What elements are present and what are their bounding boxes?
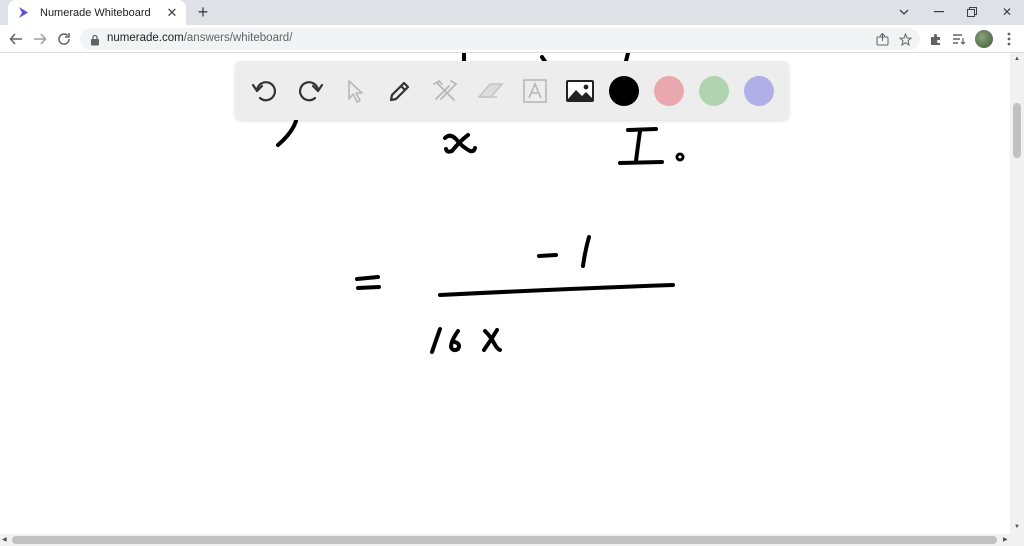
tab-close-icon[interactable]: ✕ <box>164 5 180 21</box>
lock-icon[interactable] <box>90 33 102 46</box>
back-icon[interactable] <box>6 29 26 49</box>
redo-icon[interactable] <box>294 75 326 107</box>
minimize-icon[interactable] <box>929 3 949 21</box>
scroll-left-icon[interactable]: ◀ <box>2 536 7 543</box>
scroll-right-icon[interactable]: ▶ <box>1003 536 1008 543</box>
color-swatch-green[interactable] <box>699 75 729 106</box>
scroll-down-icon[interactable]: ▼ <box>1014 524 1020 530</box>
handwriting-strokes <box>276 53 685 354</box>
extensions-icon[interactable] <box>926 30 944 48</box>
horizontal-scroll-thumb[interactable] <box>12 536 997 544</box>
eraser-icon[interactable] <box>474 75 506 107</box>
forward-icon[interactable] <box>30 29 50 49</box>
address-bar[interactable]: numerade.com/answers/whiteboard/ <box>80 28 920 50</box>
close-window-icon[interactable]: ✕ <box>997 3 1017 21</box>
numerade-favicon-icon <box>16 6 30 20</box>
whiteboard-toolbar <box>235 61 789 120</box>
horizontal-scrollbar[interactable]: ◀ ▶ <box>0 534 1024 546</box>
scroll-up-icon[interactable]: ▲ <box>1014 56 1020 62</box>
color-swatch-black[interactable] <box>609 75 639 106</box>
share-icon[interactable] <box>874 31 890 47</box>
browser-toolbar: numerade.com/answers/whiteboard/ <box>0 25 1024 53</box>
color-swatch-purple[interactable] <box>744 75 774 106</box>
tab-search-icon[interactable] <box>894 3 914 21</box>
restore-icon[interactable] <box>962 3 982 21</box>
profile-avatar[interactable] <box>975 30 993 48</box>
pen-icon[interactable] <box>384 75 416 107</box>
reload-icon[interactable] <box>54 29 74 49</box>
browser-tab[interactable]: Numerade Whiteboard ✕ <box>8 0 186 25</box>
undo-icon[interactable] <box>249 75 281 107</box>
image-icon[interactable] <box>564 75 596 107</box>
tab-strip: Numerade Whiteboard ✕ + ✕ <box>0 0 1024 25</box>
bookmark-star-icon[interactable] <box>897 31 913 47</box>
reading-list-icon[interactable] <box>950 30 968 48</box>
tab-title: Numerade Whiteboard <box>40 6 151 19</box>
select-pointer-icon[interactable] <box>339 75 371 107</box>
menu-kebab-icon[interactable] <box>1000 30 1018 48</box>
vertical-scroll-thumb[interactable] <box>1013 103 1021 158</box>
tools-icon[interactable] <box>429 75 461 107</box>
color-swatch-pink[interactable] <box>654 75 684 106</box>
whiteboard-canvas[interactable] <box>0 53 1010 534</box>
text-icon[interactable] <box>519 75 551 107</box>
new-tab-button[interactable]: + <box>194 3 212 21</box>
url-text[interactable]: numerade.com/answers/whiteboard/ <box>107 32 292 44</box>
vertical-scrollbar[interactable]: ▲ ▼ <box>1010 53 1024 534</box>
